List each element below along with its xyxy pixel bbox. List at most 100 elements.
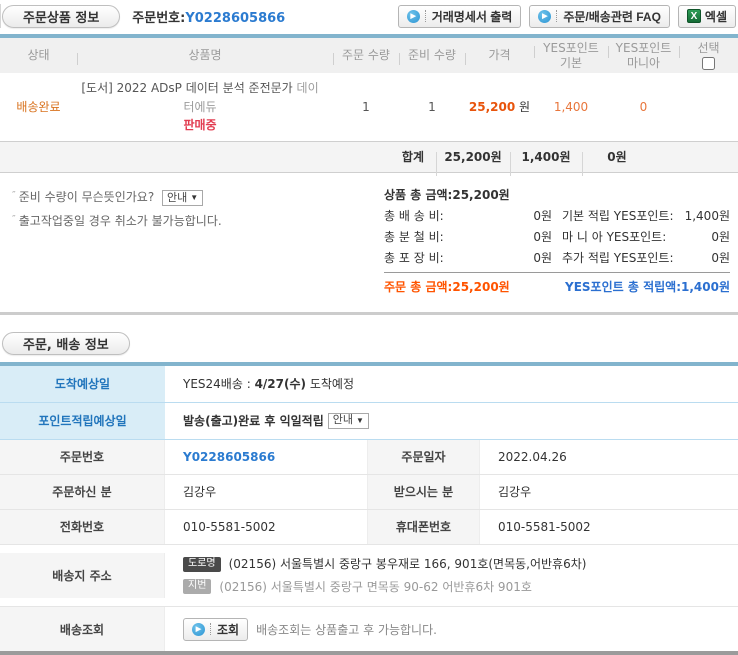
excel-export-button[interactable]: X 엑셀 xyxy=(678,5,736,28)
order-number-label: 주문번호 xyxy=(0,440,165,474)
row-delivery-tracking: 배송조회 ▶ 조회 배송조회는 상품출고 후 가능합니다. xyxy=(0,607,738,651)
select-all-checkbox[interactable] xyxy=(702,57,715,70)
arrival-date-value: YES24배송 : 4/27(수) 도착예정 xyxy=(165,375,738,392)
summary-row-shipping: 총 배 송 비:0원 기본 적립 YES포인트:1,400원 xyxy=(384,206,730,227)
tracking-note: 배송조회는 상품출고 후 가능합니다. xyxy=(256,621,437,638)
play-circle-icon: ▶ xyxy=(538,10,551,23)
section-title-text: 주문상품 정보 xyxy=(23,7,99,26)
summary-row-packing: 총 포 장 비:0원 추가 적립 YES포인트:0원 xyxy=(384,248,730,269)
header-buttons: ▶ 거래명세서 출력 ▶ 주문/배송관련 FAQ X 엑셀 xyxy=(398,5,736,28)
shipping-faq-label: 주문/배송관련 FAQ xyxy=(563,8,661,25)
footnote-cancel-policy: ″출고작업중일 경우 취소가 불가능합니다. xyxy=(12,209,360,233)
col-header-product: 상품명 xyxy=(77,48,333,62)
item-product-name: [도서] 2022 ADsP 데이터 분석 준전문가 데이터에듀 판매중 xyxy=(77,79,333,135)
table-header-row: 상태 상품명 주문 수량 준비 수량 가격 YES포인트 기본 YES포인트 마… xyxy=(0,38,738,73)
tracking-search-label: 조회 xyxy=(217,621,239,638)
item-price-value: 25,200 xyxy=(469,100,515,114)
phone-value: 010-5581-5002 xyxy=(183,520,276,534)
totals-points-basic: 1,400원 xyxy=(510,148,582,165)
shipping-address-label: 배송지 주소 xyxy=(0,553,165,599)
tracking-search-button[interactable]: ▶ 조회 xyxy=(183,618,248,641)
order-number-label: 주문번호: xyxy=(132,11,185,26)
orderer-value: 김강우 xyxy=(183,483,216,500)
col-header-select: 선택 xyxy=(679,41,738,70)
section-title-order-items: 주문상품 정보 xyxy=(2,5,120,28)
item-title: [도서] 2022 ADsP 데이터 분석 준전문가 xyxy=(81,81,292,95)
receiver-value: 김강우 xyxy=(498,483,531,500)
print-invoice-label: 거래명세서 출력 xyxy=(432,8,513,25)
mobile-label: 휴대폰번호 xyxy=(367,510,480,544)
col-header-order-qty: 주문 수량 xyxy=(333,48,399,62)
summary-grand-total: 주문 총 금액:25,200원 YES포인트 총 적립액:1,400원 xyxy=(384,272,730,298)
table-footer: ″준비 수량이 무슨뜻인가요? 안내▼ ″출고작업중일 경우 취소가 불가능합니… xyxy=(0,173,738,315)
jibun-address-text: (02156) 서울특별시 중랑구 면목동 90-62 어반휴6차 901호 xyxy=(219,576,531,599)
jibun-address-line: 지번 (02156) 서울특별시 중랑구 면목동 90-62 어반휴6차 901… xyxy=(183,576,738,599)
order-number-value: Y0228605866 xyxy=(183,450,275,464)
dotted-separator xyxy=(425,10,426,22)
footnote-ready-qty: ″준비 수량이 무슨뜻인가요? 안내▼ xyxy=(12,185,360,209)
totals-points-mania: 0원 xyxy=(582,148,652,165)
totals-row: 합계 25,200원 1,400원 0원 xyxy=(0,141,738,173)
points-credit-date-label: 포인트적립예상일 xyxy=(0,403,165,439)
shipping-info-table: 도착예상일 YES24배송 : 4/27(수) 도착예정 포인트적립예상일 발송… xyxy=(0,362,738,655)
phone-label: 전화번호 xyxy=(0,510,165,544)
section-title-text: 주문, 배송 정보 xyxy=(23,334,109,353)
mobile-value: 010-5581-5002 xyxy=(498,520,591,534)
item-order-qty: 1 xyxy=(333,100,399,114)
footnote-mark: ″ xyxy=(12,214,16,225)
item-price: 25,200 원 xyxy=(465,98,534,115)
product-total-line: 상품 총 금액:25,200원 xyxy=(384,185,730,206)
col-header-points-mania: YES포인트 마니아 xyxy=(608,41,679,70)
row-shipping-address: 배송지 주소 도로명 (02156) 서울특별시 중랑구 봉우재로 166, 9… xyxy=(0,545,738,608)
order-date-label: 주문일자 xyxy=(367,440,480,474)
section2-header: 주문, 배송 정보 xyxy=(0,328,738,362)
order-detail-page: 주문상품 정보 주문번호:Y0228605866 ▶ 거래명세서 출력 ▶ 주문… xyxy=(0,0,738,655)
row-arrival-date: 도착예상일 YES24배송 : 4/27(수) 도착예정 xyxy=(0,366,738,403)
section-title-shipping-info: 주문, 배송 정보 xyxy=(2,332,130,355)
receiver-label: 받으시는 분 xyxy=(367,475,480,509)
order-number-value: Y0228605866 xyxy=(185,11,285,26)
order-date-value: 2022.04.26 xyxy=(498,450,567,464)
row-phone: 전화번호 010-5581-5002 휴대폰번호 010-5581-5002 xyxy=(0,510,738,545)
road-address-line: 도로명 (02156) 서울특별시 중랑구 봉우재로 166, 901호(면목동… xyxy=(183,553,738,576)
item-ready-qty: 1 xyxy=(399,100,465,114)
arrival-date-label: 도착예상일 xyxy=(0,366,165,402)
item-points-basic: 1,400 xyxy=(534,100,608,114)
totals-price: 25,200원 xyxy=(436,148,510,165)
col-header-points-basic: YES포인트 기본 xyxy=(534,41,608,70)
dotted-separator xyxy=(556,10,557,22)
points-credit-date-value: 발송(출고)완료 후 익일적립 안내▼ xyxy=(165,412,738,429)
col-header-status: 상태 xyxy=(0,48,77,62)
col-header-ready-qty: 준비 수량 xyxy=(399,48,465,62)
item-sale-status: 판매중 xyxy=(77,116,323,135)
footnotes: ″준비 수량이 무슨뜻인가요? 안내▼ ″출고작업중일 경우 취소가 불가능합니… xyxy=(8,185,360,298)
excel-icon: X xyxy=(687,9,701,23)
points-info-button[interactable]: 안내▼ xyxy=(328,413,369,429)
shipping-faq-button[interactable]: ▶ 주문/배송관련 FAQ xyxy=(529,5,670,28)
section1-header: 주문상품 정보 주문번호:Y0228605866 ▶ 거래명세서 출력 ▶ 주문… xyxy=(0,0,738,34)
item-points-mania: 0 xyxy=(608,100,679,114)
delivery-tracking-value: ▶ 조회 배송조회는 상품출고 후 가능합니다. xyxy=(165,618,738,641)
road-name-badge: 도로명 xyxy=(183,557,221,572)
table-row: 배송완료 [도서] 2022 ADsP 데이터 분석 준전문가 데이터에듀 판매… xyxy=(0,73,738,141)
road-address-text: (02156) 서울특별시 중랑구 봉우재로 166, 901호(면목동,어반휴… xyxy=(229,553,587,576)
row-points-credit-date: 포인트적립예상일 발송(출고)완료 후 익일적립 안내▼ xyxy=(0,403,738,440)
footnote-mark: ″ xyxy=(12,190,16,201)
caret-down-icon: ▼ xyxy=(190,194,198,202)
row-orderer: 주문하신 분 김강우 받으시는 분 김강우 xyxy=(0,475,738,510)
order-number-heading: 주문번호:Y0228605866 xyxy=(132,7,285,26)
orderer-label: 주문하신 분 xyxy=(0,475,165,509)
order-summary: 상품 총 금액:25,200원 총 배 송 비:0원 기본 적립 YES포인트:… xyxy=(384,185,730,298)
jibun-badge: 지번 xyxy=(183,579,211,594)
print-invoice-button[interactable]: ▶ 거래명세서 출력 xyxy=(398,5,522,28)
row-order-number: 주문번호 Y0228605866 주문일자 2022.04.26 xyxy=(0,440,738,475)
col-header-price: 가격 xyxy=(465,48,534,62)
shipping-address-value: 도로명 (02156) 서울특별시 중랑구 봉우재로 166, 901호(면목동… xyxy=(165,553,738,599)
dotted-separator xyxy=(210,623,211,635)
play-circle-icon: ▶ xyxy=(407,10,420,23)
caret-down-icon: ▼ xyxy=(356,417,364,425)
totals-label: 합계 xyxy=(0,148,436,165)
ready-qty-info-button[interactable]: 안내▼ xyxy=(162,190,203,206)
summary-row-binding: 총 분 철 비:0원 마 니 아 YES포인트:0원 xyxy=(384,227,730,248)
item-status: 배송완료 xyxy=(0,98,77,115)
